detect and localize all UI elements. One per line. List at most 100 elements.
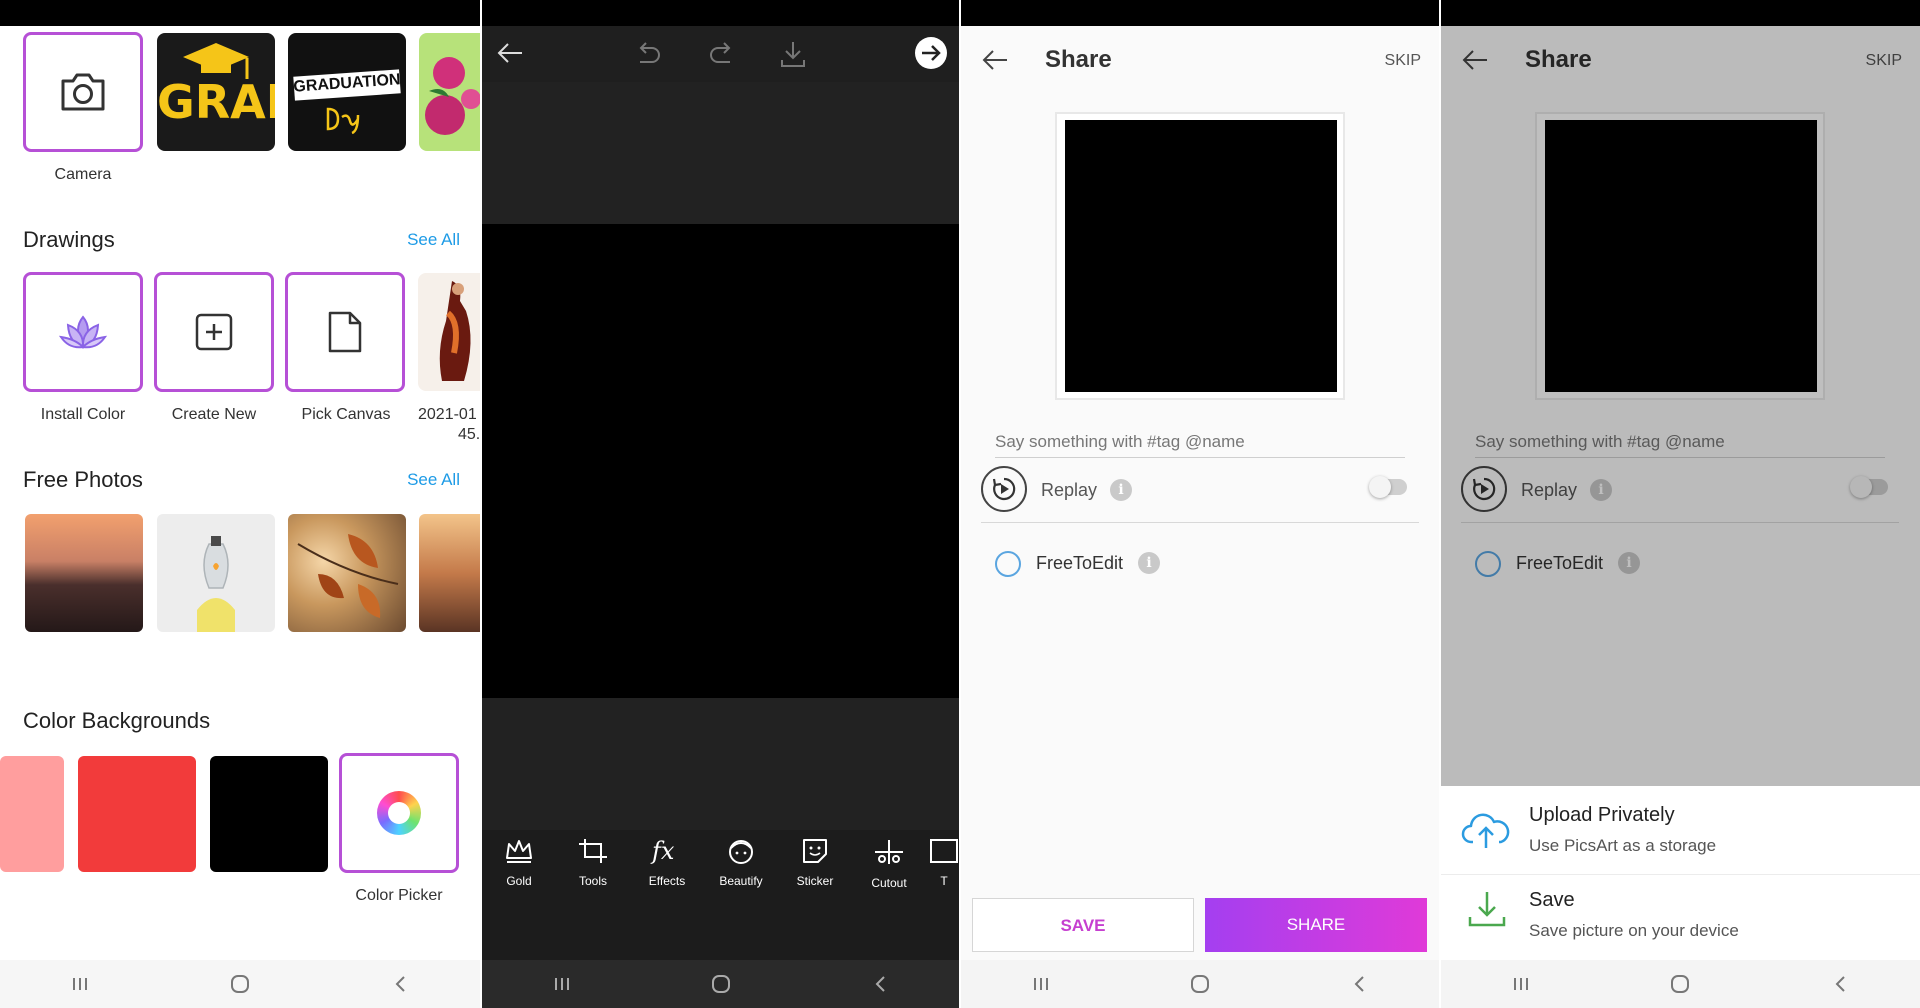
tool-gold[interactable]: Gold bbox=[489, 838, 549, 888]
drawings-see-all-link[interactable]: See All bbox=[407, 230, 460, 250]
home-icon[interactable] bbox=[225, 972, 255, 996]
color-swatch-red[interactable] bbox=[78, 756, 196, 872]
share-title: Share bbox=[1045, 46, 1112, 73]
back-nav-icon[interactable] bbox=[1825, 972, 1855, 996]
tool-tools[interactable]: Tools bbox=[563, 838, 623, 888]
color-backgrounds-heading: Color Backgrounds bbox=[23, 708, 211, 733]
status-bar bbox=[961, 0, 1439, 26]
bottom-sheet: Upload Privately Use PicsArt as a storag… bbox=[1441, 786, 1920, 960]
caption-input[interactable]: Say something with #tag @name bbox=[995, 432, 1405, 458]
editor-panel: Gold Tools fx Effects Beautify Sticker C… bbox=[482, 0, 959, 1008]
save-option-subtitle: Save picture on your device bbox=[1529, 921, 1739, 940]
replay-button[interactable] bbox=[981, 466, 1027, 512]
recent-drawing-label-line2: 45. bbox=[458, 426, 480, 443]
canvas-padding-top bbox=[482, 82, 959, 224]
divider bbox=[981, 522, 1419, 523]
recent-drawing-label: 2021-01 bbox=[418, 406, 477, 423]
graduation-template-tile[interactable]: GRADUATION bbox=[288, 33, 406, 151]
text-icon bbox=[930, 839, 958, 863]
lamp-image bbox=[197, 536, 235, 632]
free-photo-mountains[interactable] bbox=[25, 514, 143, 632]
replay-toggle[interactable] bbox=[1369, 476, 1407, 498]
undo-icon[interactable] bbox=[634, 42, 662, 71]
free-to-edit-radio[interactable] bbox=[995, 551, 1021, 577]
free-photo-lamp[interactable] bbox=[157, 514, 275, 632]
color-swatch-pink[interactable] bbox=[0, 756, 64, 872]
back-nav-icon[interactable] bbox=[385, 972, 415, 996]
pick-canvas-label: Pick Canvas bbox=[301, 406, 391, 423]
system-nav-bar bbox=[1441, 960, 1920, 1008]
free-photos-heading: Free Photos bbox=[23, 467, 143, 492]
status-bar bbox=[482, 0, 959, 26]
scissors-icon bbox=[875, 840, 903, 864]
back-nav-icon[interactable] bbox=[865, 972, 895, 996]
free-to-edit-info-icon[interactable]: i bbox=[1138, 552, 1160, 574]
grad-text: GRAD bbox=[157, 75, 275, 129]
recents-icon[interactable] bbox=[65, 972, 95, 996]
recents-icon[interactable] bbox=[1026, 972, 1056, 996]
pick-canvas-tile[interactable] bbox=[285, 272, 405, 392]
free-photo-sunset[interactable] bbox=[419, 514, 480, 632]
free-photos-see-all-link[interactable]: See All bbox=[407, 470, 460, 490]
replay-info-icon[interactable]: i bbox=[1110, 479, 1132, 501]
cloud-upload-icon bbox=[1461, 813, 1510, 848]
preview-frame bbox=[1055, 112, 1345, 400]
system-nav-bar bbox=[961, 960, 1439, 1008]
dim-overlay[interactable] bbox=[1441, 26, 1920, 786]
status-bar bbox=[1441, 0, 1920, 26]
save-option-title: Save bbox=[1529, 889, 1575, 911]
tool-sticker-label: Sticker bbox=[796, 874, 834, 888]
system-nav-bar bbox=[482, 960, 959, 1008]
tool-cutout-label: Cutout bbox=[871, 876, 907, 890]
color-wheel-icon bbox=[377, 791, 421, 835]
drawings-heading: Drawings bbox=[23, 227, 115, 252]
toggle-knob bbox=[1369, 476, 1391, 498]
lotus-icon bbox=[58, 315, 108, 350]
upload-privately-option[interactable]: Upload Privately Use PicsArt as a storag… bbox=[1441, 786, 1920, 874]
tool-text[interactable]: T bbox=[929, 838, 959, 888]
home-icon[interactable] bbox=[706, 972, 736, 996]
tool-effects-label: Effects bbox=[648, 874, 686, 888]
tool-effects[interactable]: fx Effects bbox=[637, 838, 697, 888]
day-script bbox=[324, 105, 370, 135]
share-panel: Share SKIP Say something with #tag @name… bbox=[961, 0, 1439, 1008]
install-color-tile[interactable] bbox=[23, 272, 143, 392]
camera-icon bbox=[61, 73, 105, 111]
color-wheel-center bbox=[388, 802, 410, 824]
free-to-edit-label: FreeToEdit bbox=[1036, 553, 1124, 573]
roses-template-tile[interactable] bbox=[419, 33, 480, 151]
tool-cutout[interactable]: Cutout bbox=[859, 838, 919, 890]
recents-icon[interactable] bbox=[547, 972, 577, 996]
save-button[interactable]: SAVE bbox=[972, 898, 1194, 952]
skip-button[interactable]: SKIP bbox=[1385, 52, 1421, 70]
home-icon[interactable] bbox=[1185, 972, 1215, 996]
back-nav-icon[interactable] bbox=[1344, 972, 1374, 996]
share-header bbox=[961, 26, 1439, 92]
redo-icon[interactable] bbox=[708, 42, 736, 71]
back-arrow-icon[interactable] bbox=[496, 42, 524, 69]
tool-beautify-label: Beautify bbox=[719, 874, 763, 888]
back-arrow-icon[interactable] bbox=[981, 49, 1009, 76]
tool-sticker[interactable]: Sticker bbox=[785, 838, 845, 888]
color-swatch-black[interactable] bbox=[210, 756, 328, 872]
day-script-graphic bbox=[326, 107, 360, 135]
replay-icon bbox=[992, 477, 1016, 501]
next-button[interactable] bbox=[915, 37, 947, 69]
home-icon[interactable] bbox=[1665, 972, 1695, 996]
free-photo-leaves[interactable] bbox=[288, 514, 406, 632]
tool-beautify[interactable]: Beautify bbox=[711, 838, 771, 888]
color-picker-tile[interactable] bbox=[339, 753, 459, 873]
share-button[interactable]: SHARE bbox=[1205, 898, 1427, 952]
camera-tile[interactable] bbox=[23, 32, 143, 152]
editor-canvas[interactable] bbox=[482, 224, 959, 698]
crop-icon bbox=[579, 839, 607, 863]
recents-icon[interactable] bbox=[1506, 972, 1536, 996]
create-new-label: Create New bbox=[171, 406, 257, 423]
download-icon[interactable] bbox=[780, 40, 806, 73]
tool-gold-label: Gold bbox=[506, 874, 532, 888]
save-to-device-option[interactable]: Save Save picture on your device bbox=[1441, 875, 1920, 960]
grad-template-tile[interactable]: GRAD bbox=[157, 33, 275, 151]
recent-drawing-tile[interactable] bbox=[418, 273, 480, 391]
home-panel: Camera GRAD GRADUATION Drawings See All bbox=[0, 0, 480, 1008]
create-new-tile[interactable] bbox=[154, 272, 274, 392]
